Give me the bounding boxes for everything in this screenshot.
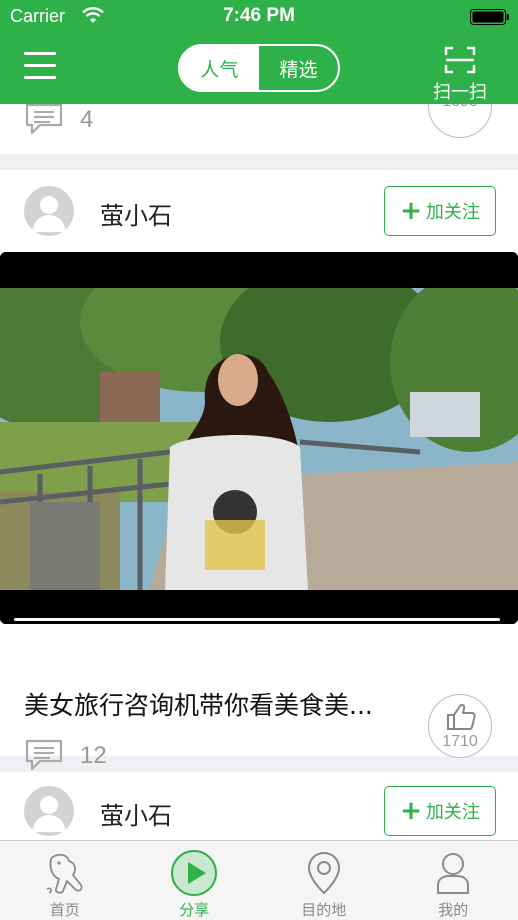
post-card: 萤小石 + 加关注	[0, 170, 518, 771]
comment-icon[interactable]	[24, 738, 64, 772]
tab-share[interactable]: 分享	[130, 841, 260, 920]
avatar[interactable]	[24, 786, 74, 836]
tab-popular[interactable]: 人气	[180, 46, 259, 90]
avatar-placeholder-icon	[32, 196, 66, 232]
home-mascot-icon	[46, 853, 83, 894]
post-card: 4 1893	[0, 104, 518, 154]
comment-icon[interactable]	[24, 104, 64, 136]
status-bar: Carrier 7:46 PM	[0, 0, 518, 34]
tab-home[interactable]: 首页	[0, 841, 130, 920]
thumbs-up-icon	[447, 704, 476, 730]
tab-label: 分享	[179, 901, 210, 919]
plus-icon: +	[400, 196, 422, 226]
app-root: Carrier 7:46 PM 人气 精选 扫一扫 4 萤小石 + 加关注 美女…	[0, 0, 518, 920]
like-count: 1893	[429, 104, 491, 111]
follow-label: 加关注	[425, 802, 480, 823]
plus-icon: +	[400, 796, 422, 826]
battery-icon	[470, 9, 509, 25]
like-button[interactable]: 1710	[428, 694, 492, 758]
follow-button[interactable]: + 加关注	[384, 786, 496, 836]
scan-button[interactable]: 扫一扫	[428, 42, 492, 103]
like-count: 1710	[442, 733, 478, 750]
comment-count: 12	[80, 742, 107, 769]
tab-featured[interactable]: 精选	[259, 46, 338, 90]
location-pin-icon	[307, 851, 340, 895]
scan-icon	[444, 46, 476, 74]
avatar[interactable]	[24, 186, 74, 236]
feed-list[interactable]: 4 1893 萤小石 + 加关注	[0, 104, 518, 840]
follow-label: 加关注	[425, 202, 480, 223]
video-frame	[0, 252, 518, 624]
status-time: 7:46 PM	[223, 5, 295, 26]
scan-label: 扫一扫	[433, 82, 487, 103]
post-title[interactable]: 美女旅行咨询机带你看美食美...	[24, 686, 373, 722]
avatar-placeholder-icon	[32, 796, 66, 832]
app-header: Carrier 7:46 PM 人气 精选 扫一扫	[0, 0, 518, 104]
tab-label: 目的地	[301, 901, 347, 919]
video-progress-bar[interactable]	[14, 618, 500, 621]
comment-count: 4	[80, 106, 94, 133]
tab-destination[interactable]: 目的地	[259, 841, 389, 920]
tab-bar: 首页 分享 目的地 我的	[0, 840, 518, 920]
user-name[interactable]: 萤小石	[100, 196, 172, 231]
menu-icon[interactable]	[24, 52, 58, 80]
tab-label: 首页	[49, 901, 80, 919]
tab-mine[interactable]: 我的	[389, 841, 518, 920]
user-name[interactable]: 萤小石	[100, 796, 172, 831]
like-button[interactable]: 1893	[428, 104, 492, 138]
play-icon	[171, 850, 218, 896]
tab-label: 我的	[438, 901, 469, 919]
post-card: 萤小石 + 加关注	[0, 772, 518, 840]
video-player[interactable]	[0, 252, 518, 624]
follow-button[interactable]: + 加关注	[384, 186, 496, 236]
segmented-control: 人气 精选	[178, 44, 340, 92]
person-icon	[437, 853, 470, 894]
